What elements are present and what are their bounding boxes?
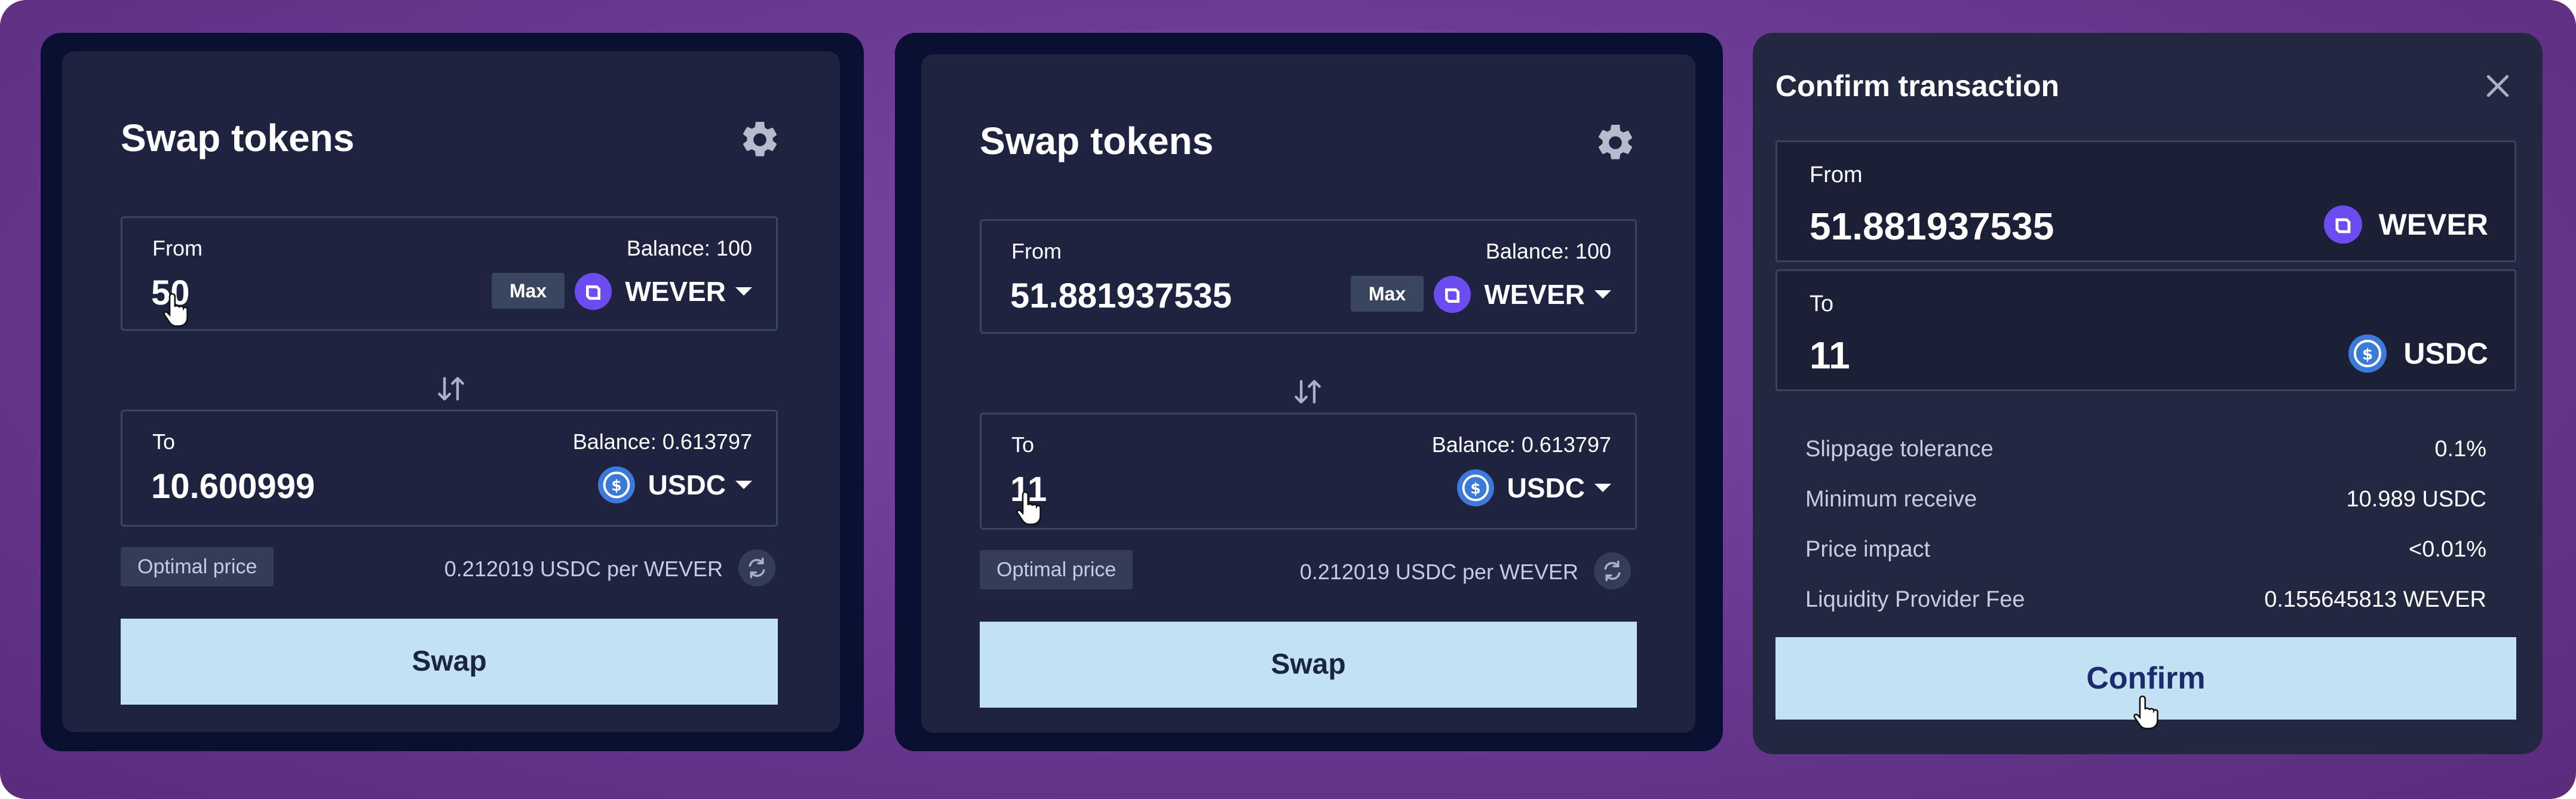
- gear-icon[interactable]: [738, 118, 781, 161]
- transaction-details: Slippage tolerance 0.1% Minimum receive …: [1805, 427, 2486, 628]
- to-amount-input[interactable]: 10.600999: [151, 466, 315, 506]
- detail-row: Liquidity Provider Fee 0.155645813 WEVER: [1805, 577, 2486, 628]
- from-balance: Balance: 100: [1485, 239, 1611, 263]
- from-token-name: WEVER: [625, 276, 726, 307]
- confirm-from-box: From 51.881937535 WEVER: [1775, 140, 2516, 262]
- svg-text:$: $: [611, 477, 622, 494]
- detail-value: 10.989 USDC: [2346, 487, 2486, 512]
- to-balance: Balance: 0.613797: [1431, 432, 1611, 457]
- usdc-token-icon: $: [1456, 469, 1494, 506]
- from-field[interactable]: From Balance: 100 51.881937535 Max WEVER: [980, 219, 1637, 334]
- detail-key: Minimum receive: [1805, 487, 1977, 512]
- pointer-cursor-icon: [1016, 491, 1041, 526]
- confirm-to-token: $ USDC: [2348, 334, 2488, 373]
- swap-button[interactable]: Swap: [980, 622, 1637, 708]
- swap-button[interactable]: Swap: [121, 619, 778, 705]
- to-field[interactable]: To Balance: 0.613797 11 $ USDC: [980, 413, 1637, 530]
- swap-title: Swap tokens: [121, 116, 355, 159]
- usdc-token-icon: $: [597, 466, 635, 503]
- detail-key: Price impact: [1805, 537, 1931, 562]
- to-token-select[interactable]: $ USDC: [1456, 468, 1611, 508]
- confirm-to-token-name: USDC: [2403, 337, 2488, 370]
- swap-card: Swap tokens From Balance: 100 51.8819375…: [921, 54, 1695, 733]
- optimal-price-badge: Optimal price: [980, 550, 1133, 589]
- swap-direction-icon[interactable]: [430, 368, 472, 410]
- chevron-down-icon: [735, 481, 752, 489]
- close-icon[interactable]: [2482, 70, 2514, 102]
- confirm-from-label: From: [1810, 162, 1863, 188]
- chevron-down-icon: [1594, 290, 1611, 299]
- confirm-to-label: To: [1810, 291, 1834, 316]
- detail-value: 0.1%: [2434, 437, 2486, 462]
- pointer-cursor-icon: [2133, 695, 2158, 730]
- detail-value: 0.155645813 WEVER: [2264, 587, 2486, 612]
- confirm-to-amount: 11: [1810, 334, 1850, 377]
- confirm-transaction-dialog: Confirm transaction From 51.881937535 WE…: [1753, 33, 2543, 754]
- to-label: To: [1011, 432, 1035, 457]
- swap-card: Swap tokens From Balance: 100 50 Max WEV…: [62, 51, 840, 732]
- to-field[interactable]: To Balance: 0.613797 10.600999 $ USDC: [121, 410, 778, 527]
- wever-token-icon: [1434, 276, 1471, 313]
- to-token-name: USDC: [648, 469, 726, 500]
- confirm-from-token: WEVER: [2323, 205, 2488, 244]
- detail-row: Slippage tolerance 0.1%: [1805, 427, 2486, 477]
- swap-panel-2: Swap tokens From Balance: 100 51.8819375…: [895, 33, 1723, 751]
- optimal-price-badge: Optimal price: [121, 547, 274, 586]
- detail-row: Minimum receive 10.989 USDC: [1805, 477, 2486, 527]
- confirm-from-token-name: WEVER: [2378, 208, 2488, 241]
- max-button[interactable]: Max: [492, 273, 565, 309]
- refresh-icon[interactable]: [738, 549, 775, 586]
- to-label: To: [152, 429, 176, 454]
- svg-text:$: $: [2362, 346, 2373, 364]
- from-amount-input[interactable]: 51.881937535: [1010, 276, 1232, 316]
- swap-title: Swap tokens: [980, 119, 1214, 162]
- pointer-cursor-icon: [163, 293, 188, 327]
- confirm-to-box: To 11 $ USDC: [1775, 269, 2516, 391]
- wever-token-icon: [2323, 205, 2362, 244]
- from-label: From: [1011, 239, 1062, 263]
- from-token-select[interactable]: WEVER: [575, 272, 752, 311]
- exchange-rate: 0.212019 USDC per WEVER: [1299, 560, 1578, 584]
- to-token-select[interactable]: $ USDC: [597, 465, 752, 505]
- wever-token-icon: [575, 273, 612, 310]
- dialog-title: Confirm transaction: [1775, 69, 2060, 103]
- detail-value: <0.01%: [2409, 537, 2486, 562]
- swap-direction-icon[interactable]: [1287, 371, 1329, 413]
- usdc-token-icon: $: [2348, 334, 2387, 373]
- to-token-name: USDC: [1507, 472, 1585, 503]
- swap-panel-1: Swap tokens From Balance: 100 50 Max WEV…: [41, 33, 864, 751]
- detail-key: Liquidity Provider Fee: [1805, 587, 2025, 612]
- confirm-from-amount: 51.881937535: [1810, 205, 2054, 248]
- from-label: From: [152, 236, 203, 260]
- refresh-icon[interactable]: [1594, 552, 1631, 589]
- from-balance: Balance: 100: [626, 236, 752, 260]
- from-token-select[interactable]: WEVER: [1434, 275, 1611, 314]
- svg-text:$: $: [1470, 480, 1481, 497]
- from-token-name: WEVER: [1484, 279, 1585, 310]
- screenshot-stage: Swap tokens From Balance: 100 50 Max WEV…: [0, 0, 2576, 799]
- max-button[interactable]: Max: [1351, 276, 1424, 312]
- from-field[interactable]: From Balance: 100 50 Max WEVER: [121, 216, 778, 331]
- gear-icon[interactable]: [1594, 121, 1637, 164]
- exchange-rate: 0.212019 USDC per WEVER: [444, 557, 723, 581]
- chevron-down-icon: [735, 287, 752, 296]
- to-balance: Balance: 0.613797: [572, 429, 752, 454]
- detail-key: Slippage tolerance: [1805, 437, 1994, 462]
- chevron-down-icon: [1594, 484, 1611, 492]
- detail-row: Price impact <0.01%: [1805, 527, 2486, 577]
